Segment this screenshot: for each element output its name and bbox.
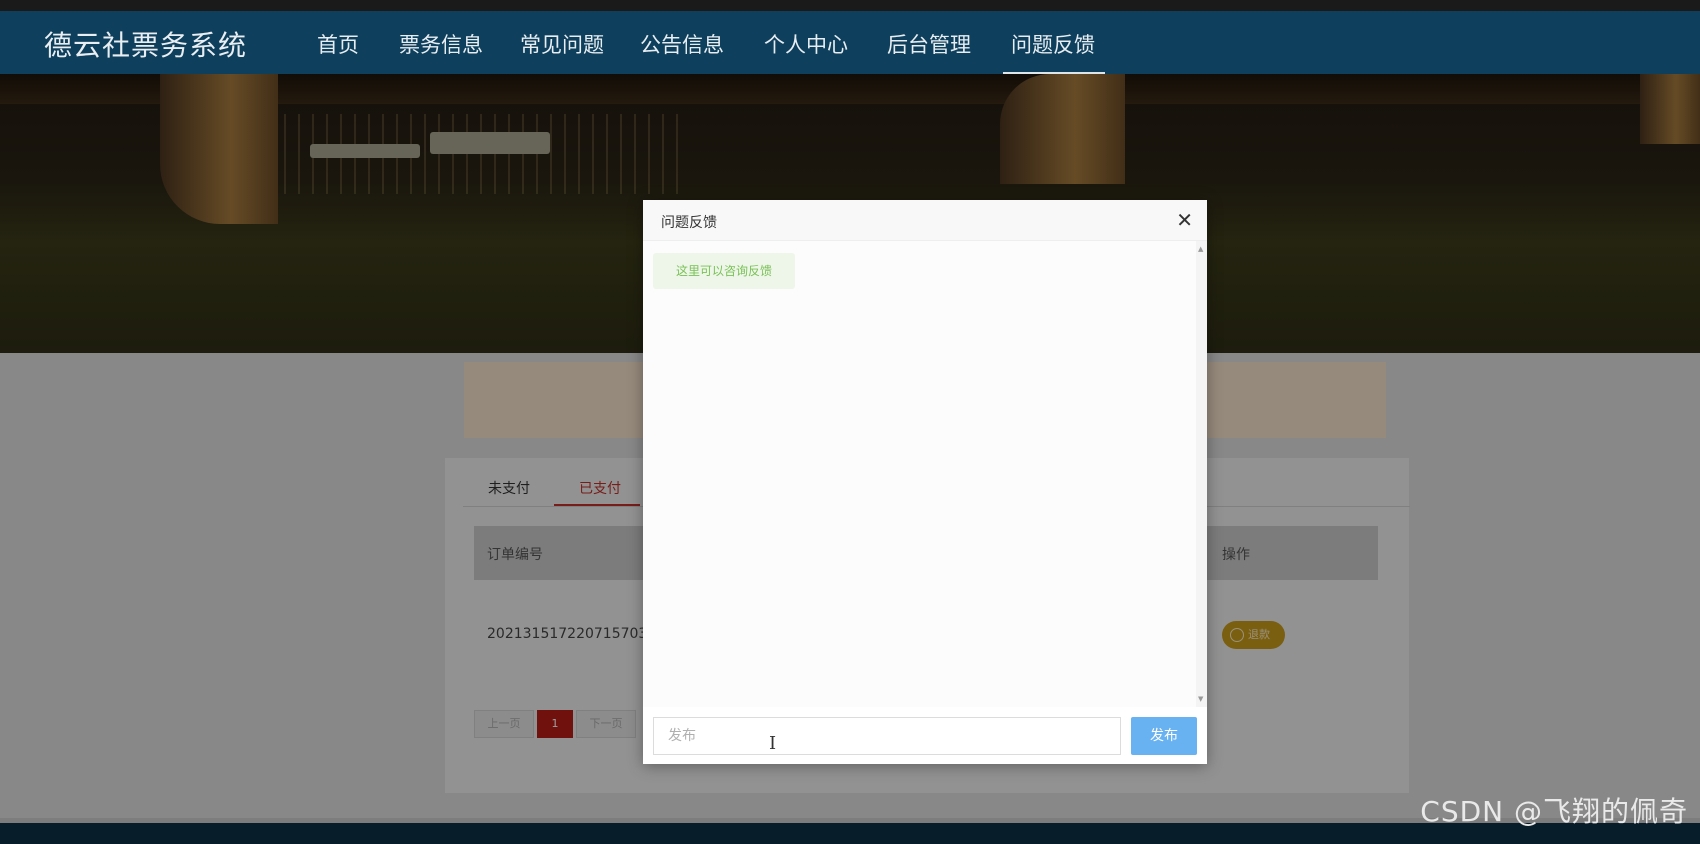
feedback-message-input[interactable] [653, 717, 1121, 755]
nav-item-faq[interactable]: 常见问题 [520, 29, 604, 59]
chat-message-area[interactable]: 这里可以咨询反馈 [643, 241, 1196, 707]
modal-title: 问题反馈 [661, 215, 717, 231]
chat-message: 这里可以咨询反馈 [653, 253, 795, 289]
nav-item-feedback[interactable]: 问题反馈 [1011, 29, 1095, 59]
scroll-down-arrow-icon[interactable]: ▼ [1198, 695, 1203, 703]
feedback-modal: 问题反馈 ✕ 这里可以咨询反馈 ▲ ▼ I 发布 [643, 200, 1207, 764]
scroll-up-arrow-icon[interactable]: ▲ [1198, 245, 1203, 253]
send-button[interactable]: 发布 [1131, 717, 1197, 755]
nav-item-announcements[interactable]: 公告信息 [640, 29, 724, 59]
close-icon[interactable]: ✕ [1176, 208, 1193, 232]
nav-item-admin[interactable]: 后台管理 [887, 29, 971, 59]
modal-header: 问题反馈 ✕ [643, 200, 1207, 241]
window-top-strip [0, 0, 1700, 11]
chat-scrollbar[interactable]: ▲ ▼ [1196, 241, 1207, 707]
nav-item-profile[interactable]: 个人中心 [764, 29, 848, 59]
nav-item-tickets[interactable]: 票务信息 [399, 29, 483, 59]
top-navbar: 德云社票务系统 首页 票务信息 常见问题 公告信息 个人中心 后台管理 问题反馈 [0, 11, 1700, 75]
site-brand[interactable]: 德云社票务系统 [44, 24, 247, 64]
watermark: CSDN @飞翔的佩奇 [1420, 795, 1688, 828]
text-cursor-icon: I [769, 733, 777, 754]
nav-item-home[interactable]: 首页 [317, 29, 359, 59]
